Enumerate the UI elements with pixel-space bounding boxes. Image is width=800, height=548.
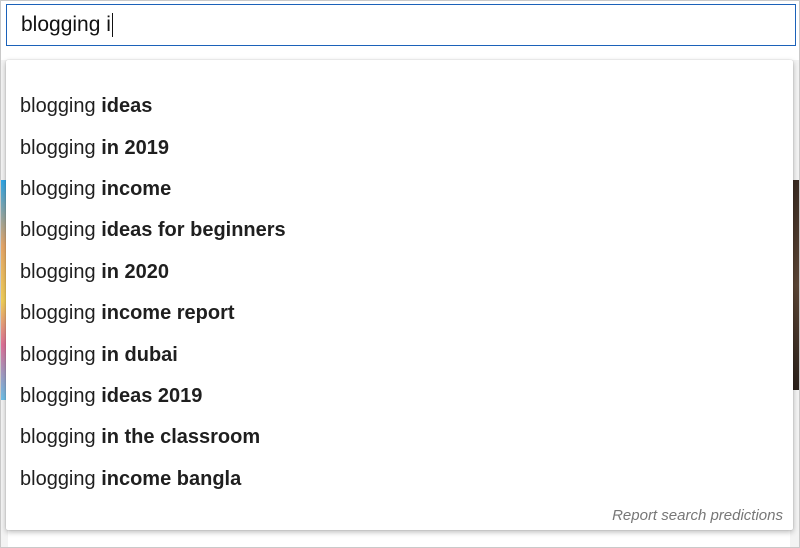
suggestion-item[interactable]: blogging in 2019	[6, 127, 793, 168]
suggestion-item[interactable]: blogging in the classroom	[6, 417, 793, 458]
suggestion-item[interactable]: blogging ideas 2019	[6, 376, 793, 417]
report-search-predictions-link[interactable]: Report search predictions	[612, 507, 783, 524]
suggestion-item[interactable]: blogging ideas	[6, 86, 793, 127]
suggestion-list: blogging ideas blogging in 2019 blogging…	[6, 86, 793, 500]
suggestion-completion: in dubai	[101, 343, 178, 366]
suggestion-completion: ideas for beginners	[101, 219, 286, 242]
suggestion-item[interactable]: blogging income	[6, 169, 793, 210]
suggestion-typed: blogging	[20, 177, 102, 200]
search-box[interactable]: blogging i	[6, 4, 796, 46]
suggestion-completion: income	[101, 177, 172, 200]
suggestion-item[interactable]: blogging income report	[6, 293, 793, 334]
suggestion-typed: blogging	[20, 219, 102, 242]
suggestion-typed: blogging	[20, 136, 102, 159]
text-caret	[111, 13, 113, 37]
suggestion-typed: blogging	[20, 260, 102, 283]
autocomplete-dropdown: blogging ideas blogging in 2019 blogging…	[6, 60, 793, 530]
suggestion-completion: ideas	[101, 95, 153, 118]
search-query-text: blogging i	[21, 13, 111, 36]
suggestion-item[interactable]: blogging in dubai	[6, 334, 793, 375]
search-input[interactable]: blogging i	[21, 13, 113, 37]
suggestion-item[interactable]: blogging income bangla	[6, 459, 793, 500]
suggestion-completion: in 2020	[101, 260, 170, 283]
suggestion-item[interactable]: blogging ideas for beginners	[6, 210, 793, 251]
suggestion-completion: ideas 2019	[101, 384, 203, 407]
suggestion-completion: in 2019	[101, 136, 170, 159]
suggestion-completion: income report	[101, 302, 235, 325]
suggestion-completion: income bangla	[101, 467, 242, 490]
suggestion-item[interactable]: blogging in 2020	[6, 252, 793, 293]
suggestion-typed: blogging	[20, 95, 102, 118]
suggestion-typed: blogging	[20, 384, 102, 407]
suggestion-typed: blogging	[20, 302, 102, 325]
suggestion-typed: blogging	[20, 343, 102, 366]
suggestion-typed: blogging	[20, 467, 102, 490]
suggestion-completion: in the classroom	[101, 426, 261, 449]
suggestion-typed: blogging	[20, 426, 102, 449]
